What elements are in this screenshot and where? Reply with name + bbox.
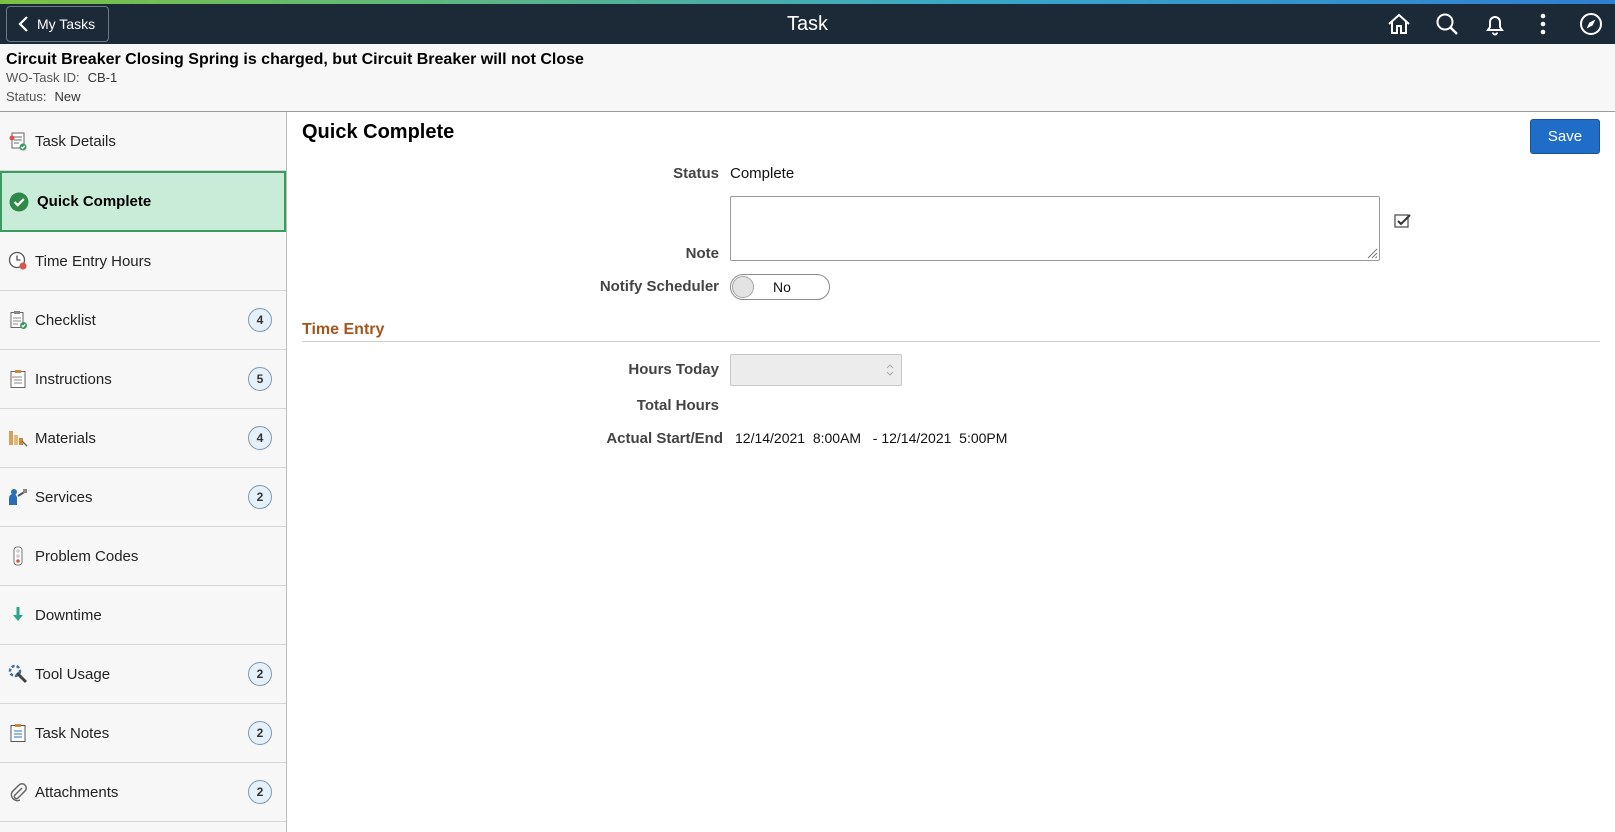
down-arrow-icon: [8, 605, 28, 625]
spinner-icon[interactable]: [885, 360, 895, 380]
sidebar-item-problem-codes[interactable]: Problem Codes: [0, 527, 286, 586]
total-hours-label: Total Hours: [636, 397, 719, 414]
banner-title: Task: [786, 13, 829, 35]
sidebar-item-label: Attachments: [35, 783, 119, 801]
materials-icon: [8, 428, 28, 448]
time-entry-divider: [302, 341, 1600, 342]
more-icon[interactable]: [1529, 10, 1557, 38]
paperclip-icon: [8, 782, 28, 802]
sidebar: Task Details Quick Complete Time Entry H…: [0, 112, 287, 832]
count-badge: 2: [248, 662, 272, 686]
status-value: New: [54, 89, 81, 104]
wo-task-row: WO-Task ID: CB-1: [6, 70, 117, 85]
actual-start-end-label: Actual Start/End: [606, 430, 723, 447]
toggle-knob: [732, 276, 754, 298]
sidebar-item-label: Quick Complete: [37, 193, 152, 210]
note-label: Note: [685, 245, 719, 262]
services-icon: [8, 487, 28, 507]
sidebar-item-downtime[interactable]: Downtime: [0, 586, 286, 645]
status-field-label: Status: [673, 165, 719, 182]
sidebar-item-task-details[interactable]: Task Details: [0, 112, 286, 171]
back-button-label: My Tasks: [37, 16, 96, 32]
bell-icon[interactable]: [1481, 10, 1509, 38]
sidebar-item-label: Problem Codes: [35, 547, 139, 565]
spell-check-icon[interactable]: [1394, 212, 1412, 230]
sidebar-item-label: Checklist: [35, 311, 96, 329]
notify-scheduler-toggle[interactable]: No: [730, 274, 830, 300]
status-field-value: Complete: [730, 165, 795, 182]
sidebar-item-label: Tool Usage: [35, 665, 111, 683]
traffic-light-icon: [8, 546, 28, 566]
task-details-icon: [8, 131, 28, 151]
save-button[interactable]: Save: [1530, 119, 1600, 154]
count-badge: 2: [248, 780, 272, 804]
chevron-left-icon: [18, 16, 28, 32]
count-badge: 2: [248, 721, 272, 745]
wo-task-label: WO-Task ID:: [6, 70, 80, 85]
count-badge: 5: [248, 367, 272, 391]
page-title: Circuit Breaker Closing Spring is charge…: [6, 51, 584, 68]
sidebar-item-label: Downtime: [35, 606, 102, 624]
sidebar-item-attachments[interactable]: Attachments 2: [0, 763, 286, 822]
sidebar-item-label: Services: [35, 488, 93, 506]
instructions-icon: [8, 369, 28, 389]
count-badge: 2: [248, 485, 272, 509]
home-icon[interactable]: [1385, 10, 1413, 38]
wo-task-value: CB-1: [87, 70, 118, 85]
resize-grip-icon[interactable]: [1365, 246, 1378, 259]
sidebar-item-instructions[interactable]: Instructions 5: [0, 350, 286, 409]
time-entry-title: Time Entry: [302, 321, 385, 338]
actual-start-end-value: 12/14/2021 8:00AM - 12/14/2021 5:00PM: [735, 430, 1008, 446]
sidebar-item-quick-complete[interactable]: Quick Complete: [0, 171, 286, 232]
note-textarea[interactable]: [730, 196, 1380, 261]
top-banner: My Tasks Task: [0, 4, 1615, 44]
tool-icon: [8, 664, 28, 684]
toggle-label: No: [773, 279, 791, 295]
sidebar-item-label: Task Notes: [35, 724, 110, 742]
section-title: Quick Complete: [302, 121, 455, 143]
search-icon[interactable]: [1433, 10, 1461, 38]
sidebar-item-label: Task Details: [35, 132, 116, 150]
count-badge: 4: [248, 426, 272, 450]
sidebar-item-task-notes[interactable]: Task Notes 2: [0, 704, 286, 763]
sidebar-item-tool-usage[interactable]: Tool Usage 2: [0, 645, 286, 704]
checklist-icon: [8, 310, 28, 330]
clipboard-icon: [8, 723, 28, 743]
hours-today-label: Hours Today: [628, 361, 719, 378]
hours-today-input[interactable]: [730, 354, 902, 386]
clock-icon: [8, 251, 28, 271]
sidebar-item-materials[interactable]: Materials 4: [0, 409, 286, 468]
page-header: Circuit Breaker Closing Spring is charge…: [0, 44, 1615, 112]
status-label: Status:: [6, 89, 47, 104]
main-content: Quick Complete Save Status Complete Note…: [288, 112, 1615, 832]
sidebar-item-services[interactable]: Services 2: [0, 468, 286, 527]
sidebar-item-label: Materials: [35, 429, 96, 447]
back-button[interactable]: My Tasks: [6, 6, 109, 42]
sidebar-item-label: Time Entry Hours: [35, 252, 152, 270]
sidebar-item-time-entry-hours[interactable]: Time Entry Hours: [0, 232, 286, 291]
navigator-icon[interactable]: [1577, 10, 1605, 38]
sidebar-item-checklist[interactable]: Checklist 4: [0, 291, 286, 350]
status-row: Status: New: [6, 89, 80, 104]
notify-scheduler-label: Notify Scheduler: [599, 278, 719, 295]
sidebar-item-label: Instructions: [35, 370, 112, 388]
count-badge: 4: [248, 308, 272, 332]
check-circle-icon: [9, 192, 29, 212]
